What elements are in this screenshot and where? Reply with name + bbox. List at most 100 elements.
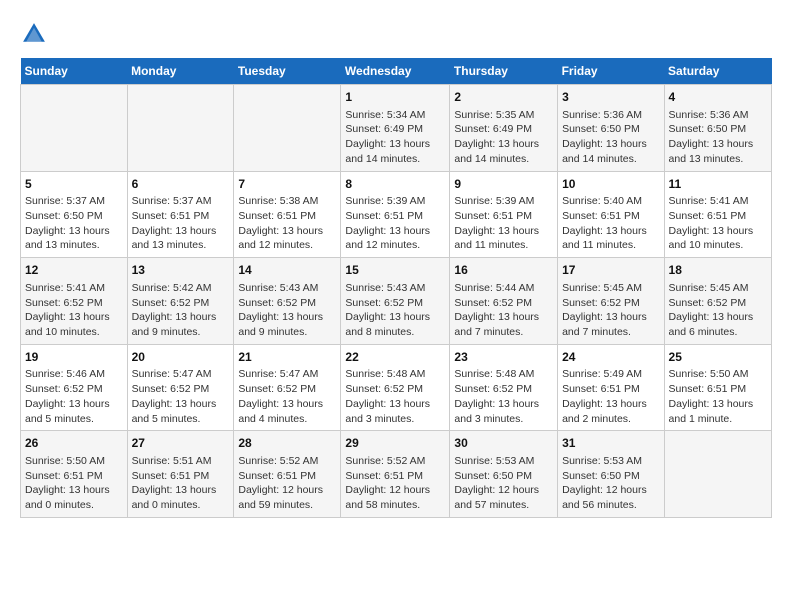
calendar-cell: 6Sunrise: 5:37 AMSunset: 6:51 PMDaylight… [127, 171, 234, 258]
calendar-cell: 16Sunrise: 5:44 AMSunset: 6:52 PMDayligh… [450, 258, 558, 345]
calendar-cell: 24Sunrise: 5:49 AMSunset: 6:51 PMDayligh… [558, 344, 664, 431]
calendar-cell: 15 Sunrise: 5:43 AMSunset: 6:52 PMDayligh… [341, 258, 450, 345]
calendar-header: SundayMondayTuesdayWednesdayThursdayFrid… [21, 58, 772, 85]
day-info: Sunrise: 5:43 AMSunset: 6:52 PMDaylight:… [345, 281, 445, 340]
calendar-cell: 20Sunrise: 5:47 AMSunset: 6:52 PMDayligh… [127, 344, 234, 431]
day-number: 9 [454, 176, 553, 193]
day-info: Sunrise: 5:45 AMSunset: 6:52 PMDaylight:… [562, 281, 659, 340]
calendar-cell: 31 Sunrise: 5:53 AMSunset: 6:50 PMDayligh… [558, 431, 664, 518]
day-number: 2 [454, 89, 553, 106]
day-info: Sunrise: 5:37 AMSunset: 6:51 PMDaylight:… [132, 194, 230, 253]
day-header-sunday: Sunday [21, 58, 128, 85]
day-info: Sunrise: 5:51 AMSunset: 6:51 PMDaylight:… [132, 454, 230, 513]
calendar-cell: 13 Sunrise: 5:42 AMSunset: 6:52 PMDayligh… [127, 258, 234, 345]
logo-icon [20, 20, 48, 48]
day-number: 22 [345, 349, 445, 366]
calendar-cell [234, 85, 341, 172]
calendar-cell: 10Sunrise: 5:40 AMSunset: 6:51 PMDayligh… [558, 171, 664, 258]
day-info: Sunrise: 5:48 AMSunset: 6:52 PMDaylight:… [345, 367, 445, 426]
calendar-cell: 25Sunrise: 5:50 AMSunset: 6:51 PMDayligh… [664, 344, 771, 431]
day-info: Sunrise: 5:34 AMSunset: 6:49 PMDaylight:… [345, 108, 445, 167]
day-number: 18 [669, 262, 767, 279]
day-info: Sunrise: 5:47 AMSunset: 6:52 PMDaylight:… [132, 367, 230, 426]
day-header-friday: Friday [558, 58, 664, 85]
calendar-cell: 14 Sunrise: 5:43 AMSunset: 6:52 PMDayligh… [234, 258, 341, 345]
week-row-1: 1 Sunrise: 5:34 AMSunset: 6:49 PMDaylight… [21, 85, 772, 172]
day-number: 1 [345, 89, 445, 106]
calendar-cell: 9Sunrise: 5:39 AMSunset: 6:51 PMDaylight… [450, 171, 558, 258]
calendar-cell: 23Sunrise: 5:48 AMSunset: 6:52 PMDayligh… [450, 344, 558, 431]
calendar-cell: 1 Sunrise: 5:34 AMSunset: 6:49 PMDaylight… [341, 85, 450, 172]
day-number: 23 [454, 349, 553, 366]
week-row-2: 5Sunrise: 5:37 AMSunset: 6:50 PMDaylight… [21, 171, 772, 258]
day-header-wednesday: Wednesday [341, 58, 450, 85]
calendar-cell: 29 Sunrise: 5:52 AMSunset: 6:51 PMDayligh… [341, 431, 450, 518]
day-number: 14 [238, 262, 336, 279]
day-number: 10 [562, 176, 659, 193]
day-info: Sunrise: 5:50 AMSunset: 6:51 PMDaylight:… [25, 454, 123, 513]
day-number: 19 [25, 349, 123, 366]
week-row-5: 26 Sunrise: 5:50 AMSunset: 6:51 PMDayligh… [21, 431, 772, 518]
day-header-monday: Monday [127, 58, 234, 85]
calendar-cell: 17 Sunrise: 5:45 AMSunset: 6:52 PMDayligh… [558, 258, 664, 345]
day-info: Sunrise: 5:50 AMSunset: 6:51 PMDaylight:… [669, 367, 767, 426]
calendar-cell: 26 Sunrise: 5:50 AMSunset: 6:51 PMDayligh… [21, 431, 128, 518]
calendar-cell: 7Sunrise: 5:38 AMSunset: 6:51 PMDaylight… [234, 171, 341, 258]
day-info: Sunrise: 5:46 AMSunset: 6:52 PMDaylight:… [25, 367, 123, 426]
page-header [20, 20, 772, 48]
calendar-cell [127, 85, 234, 172]
day-number: 3 [562, 89, 659, 106]
calendar-cell: 2 Sunrise: 5:35 AMSunset: 6:49 PMDaylight… [450, 85, 558, 172]
calendar-cell: 5Sunrise: 5:37 AMSunset: 6:50 PMDaylight… [21, 171, 128, 258]
day-number: 21 [238, 349, 336, 366]
day-number: 26 [25, 435, 123, 452]
day-number: 5 [25, 176, 123, 193]
day-info: Sunrise: 5:35 AMSunset: 6:49 PMDaylight:… [454, 108, 553, 167]
calendar-table: SundayMondayTuesdayWednesdayThursdayFrid… [20, 58, 772, 518]
day-info: Sunrise: 5:53 AMSunset: 6:50 PMDaylight:… [562, 454, 659, 513]
day-number: 31 [562, 435, 659, 452]
calendar-cell: 30Sunrise: 5:53 AMSunset: 6:50 PMDayligh… [450, 431, 558, 518]
day-header-tuesday: Tuesday [234, 58, 341, 85]
day-info: Sunrise: 5:45 AMSunset: 6:52 PMDaylight:… [669, 281, 767, 340]
calendar-cell [21, 85, 128, 172]
day-number: 13 [132, 262, 230, 279]
calendar-cell: 19Sunrise: 5:46 AMSunset: 6:52 PMDayligh… [21, 344, 128, 431]
week-row-3: 12Sunrise: 5:41 AMSunset: 6:52 PMDayligh… [21, 258, 772, 345]
day-number: 4 [669, 89, 767, 106]
day-number: 29 [345, 435, 445, 452]
day-info: Sunrise: 5:36 AMSunset: 6:50 PMDaylight:… [562, 108, 659, 167]
calendar-cell: 22Sunrise: 5:48 AMSunset: 6:52 PMDayligh… [341, 344, 450, 431]
calendar-cell [664, 431, 771, 518]
logo [20, 20, 52, 48]
day-number: 20 [132, 349, 230, 366]
day-info: Sunrise: 5:53 AMSunset: 6:50 PMDaylight:… [454, 454, 553, 513]
calendar-cell: 27 Sunrise: 5:51 AMSunset: 6:51 PMDayligh… [127, 431, 234, 518]
calendar-cell: 11Sunrise: 5:41 AMSunset: 6:51 PMDayligh… [664, 171, 771, 258]
day-info: Sunrise: 5:52 AMSunset: 6:51 PMDaylight:… [345, 454, 445, 513]
day-info: Sunrise: 5:40 AMSunset: 6:51 PMDaylight:… [562, 194, 659, 253]
day-number: 25 [669, 349, 767, 366]
day-info: Sunrise: 5:47 AMSunset: 6:52 PMDaylight:… [238, 367, 336, 426]
calendar-cell: 28Sunrise: 5:52 AMSunset: 6:51 PMDayligh… [234, 431, 341, 518]
week-row-4: 19Sunrise: 5:46 AMSunset: 6:52 PMDayligh… [21, 344, 772, 431]
day-number: 17 [562, 262, 659, 279]
day-info: Sunrise: 5:48 AMSunset: 6:52 PMDaylight:… [454, 367, 553, 426]
day-number: 24 [562, 349, 659, 366]
day-info: Sunrise: 5:39 AMSunset: 6:51 PMDaylight:… [454, 194, 553, 253]
day-info: Sunrise: 5:36 AMSunset: 6:50 PMDaylight:… [669, 108, 767, 167]
day-info: Sunrise: 5:42 AMSunset: 6:52 PMDaylight:… [132, 281, 230, 340]
day-info: Sunrise: 5:41 AMSunset: 6:52 PMDaylight:… [25, 281, 123, 340]
day-header-thursday: Thursday [450, 58, 558, 85]
day-info: Sunrise: 5:43 AMSunset: 6:52 PMDaylight:… [238, 281, 336, 340]
calendar-cell: 18 Sunrise: 5:45 AMSunset: 6:52 PMDayligh… [664, 258, 771, 345]
day-number: 27 [132, 435, 230, 452]
day-info: Sunrise: 5:41 AMSunset: 6:51 PMDaylight:… [669, 194, 767, 253]
day-number: 15 [345, 262, 445, 279]
calendar-cell: 3 Sunrise: 5:36 AMSunset: 6:50 PMDaylight… [558, 85, 664, 172]
day-info: Sunrise: 5:44 AMSunset: 6:52 PMDaylight:… [454, 281, 553, 340]
day-info: Sunrise: 5:37 AMSunset: 6:50 PMDaylight:… [25, 194, 123, 253]
day-number: 11 [669, 176, 767, 193]
calendar-cell: 8Sunrise: 5:39 AMSunset: 6:51 PMDaylight… [341, 171, 450, 258]
calendar-cell: 4 Sunrise: 5:36 AMSunset: 6:50 PMDaylight… [664, 85, 771, 172]
